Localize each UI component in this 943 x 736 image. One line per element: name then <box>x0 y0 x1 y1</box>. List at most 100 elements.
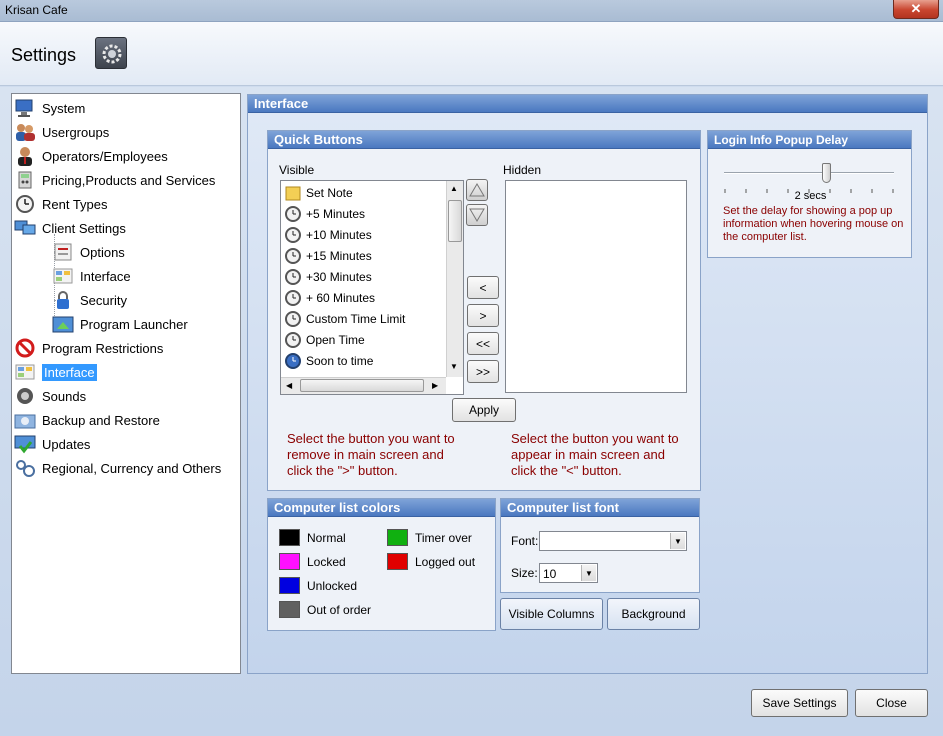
scroll-left-arrow-icon[interactable]: ◀ <box>286 381 292 390</box>
scroll-thumb[interactable] <box>448 200 462 242</box>
apply-button[interactable]: Apply <box>452 398 516 422</box>
tree-item-regional[interactable]: Regional, Currency and Others <box>14 457 221 479</box>
tree-item-program-launcher[interactable]: Program Launcher <box>52 313 188 335</box>
scroll-down-arrow-icon[interactable]: ▼ <box>450 362 458 371</box>
scroll-up-arrow-icon[interactable]: ▲ <box>450 184 458 193</box>
visible-buttons-list[interactable]: Set Note +5 Minutes +10 Minutes +15 Minu… <box>280 180 464 395</box>
panel-title: Interface <box>248 95 927 113</box>
tree-item-label: Interface <box>80 268 131 284</box>
scroll-thumb[interactable] <box>300 379 424 392</box>
move-all-left-button[interactable]: << <box>467 332 499 355</box>
clock-icon <box>284 310 302 328</box>
move-all-right-button[interactable]: >> <box>467 360 499 383</box>
hidden-label: Hidden <box>503 163 542 177</box>
description-line: the computer list. <box>723 231 807 243</box>
close-button[interactable]: Close <box>855 689 928 717</box>
color-swatch-unlocked[interactable] <box>279 577 300 594</box>
tree-item-label: Operators/Employees <box>42 148 168 164</box>
list-item[interactable]: +30 Minutes <box>284 266 372 287</box>
move-up-button[interactable] <box>466 179 488 201</box>
color-swatch-locked[interactable] <box>279 553 300 570</box>
header-band <box>0 22 943 86</box>
delay-slider-thumb[interactable] <box>822 163 831 183</box>
list-item-label: Soon to time <box>306 353 374 368</box>
monitor-icon <box>14 98 36 118</box>
launcher-icon <box>52 314 74 334</box>
window-close-button[interactable]: ✕ <box>893 0 939 19</box>
list-item[interactable]: Set Note <box>284 182 445 203</box>
window-title: Krisan Cafe <box>5 3 68 17</box>
hidden-buttons-list[interactable] <box>505 180 687 393</box>
color-swatch-normal[interactable] <box>279 529 300 546</box>
computer-list-font-group: Computer list font Font: ▼ Size: 10 ▼ <box>500 498 700 593</box>
settings-tree[interactable]: System Usergroups Operators/Employees Pr… <box>11 93 241 674</box>
tree-item-program-restrictions[interactable]: Program Restrictions <box>14 337 163 359</box>
tree-item-updates[interactable]: Updates <box>14 433 90 455</box>
clock-icon <box>284 205 302 223</box>
tree-item-label: Options <box>80 244 125 260</box>
color-swatch-timer-over[interactable] <box>387 529 408 546</box>
tree-item-rent-types[interactable]: Rent Types <box>14 193 108 215</box>
move-down-button[interactable] <box>466 204 488 226</box>
font-select[interactable]: ▼ <box>539 531 687 551</box>
list-item-label: Custom Time Limit <box>306 311 406 326</box>
tree-item-label: Sounds <box>42 388 87 404</box>
list-item-label: +15 Minutes <box>306 248 372 263</box>
color-swatch-out-of-order[interactable] <box>279 601 300 618</box>
tree-item-sounds[interactable]: Sounds <box>14 385 86 407</box>
tree-item-backup-restore[interactable]: Backup and Restore <box>14 409 160 431</box>
color-label-timer-over: Timer over <box>415 531 472 545</box>
updates-icon <box>14 434 36 454</box>
clock-icon <box>284 247 302 265</box>
visible-columns-button[interactable]: Visible Columns <box>500 598 603 630</box>
tree-item-pricing[interactable]: Pricing,Products and Services <box>14 169 215 191</box>
tree-item-operators[interactable]: Operators/Employees <box>14 145 168 167</box>
chevron-down-icon[interactable]: ▼ <box>670 533 685 549</box>
list-item[interactable]: + 60 Minutes <box>284 287 375 308</box>
tree-item-label: System <box>42 100 86 116</box>
list-item-label: Open Time <box>306 332 365 347</box>
title-bar <box>0 0 943 22</box>
tree-item-client-settings[interactable]: Client Settings <box>14 217 126 239</box>
size-select[interactable]: 10 ▼ <box>539 563 598 583</box>
clock-icon <box>14 194 36 214</box>
gear-icon <box>95 37 127 69</box>
tree-item-options[interactable]: Options <box>52 241 125 263</box>
chevron-down-icon[interactable]: ▼ <box>581 565 596 581</box>
delay-slider-track[interactable] <box>724 172 894 174</box>
visible-list-vscrollbar[interactable]: ▲ ▼ <box>446 181 463 377</box>
list-item[interactable]: Soon to time <box>284 350 373 371</box>
list-item[interactable]: +15 Minutes <box>284 245 372 266</box>
move-right-button[interactable]: > <box>467 304 499 327</box>
tree-item-label: Updates <box>42 436 91 452</box>
interface-panel: Interface Quick Buttons Visible Hidden S… <box>247 94 928 674</box>
tree-item-usergroups[interactable]: Usergroups <box>14 121 109 143</box>
color-swatch-logged-out[interactable] <box>387 553 408 570</box>
background-button[interactable]: Background <box>607 598 700 630</box>
list-item-label: Set Note <box>306 185 353 200</box>
list-item[interactable]: Custom Time Limit <box>284 308 405 329</box>
color-label-normal: Normal <box>307 531 346 545</box>
list-item[interactable]: Open Time <box>284 329 365 350</box>
move-left-button[interactable]: < <box>467 276 499 299</box>
pricing-icon <box>14 170 36 190</box>
save-settings-button[interactable]: Save Settings <box>751 689 848 717</box>
color-label-locked: Locked <box>307 555 346 569</box>
tree-item-security[interactable]: Security <box>52 289 127 311</box>
backup-icon <box>14 410 36 430</box>
list-item[interactable]: +10 Minutes <box>284 224 372 245</box>
delay-value-label: 2 secs <box>794 190 827 202</box>
visible-list-hscrollbar[interactable]: ◀ ▶ <box>281 377 446 394</box>
tree-item-label: Backup and Restore <box>42 412 160 428</box>
no-entry-icon <box>14 338 36 358</box>
list-item-label: +5 Minutes <box>306 206 366 221</box>
tree-item-interface[interactable]: Interface <box>14 361 97 383</box>
list-colors-title: Computer list colors <box>268 499 495 517</box>
list-item[interactable]: +5 Minutes <box>284 203 365 224</box>
font-label: Font: <box>511 534 539 548</box>
clock-icon <box>284 268 302 286</box>
scroll-right-arrow-icon[interactable]: ▶ <box>432 381 438 390</box>
tree-item-system[interactable]: System <box>14 97 85 119</box>
tree-item-label: Security <box>80 292 127 308</box>
tree-item-client-interface[interactable]: Interface <box>52 265 131 287</box>
